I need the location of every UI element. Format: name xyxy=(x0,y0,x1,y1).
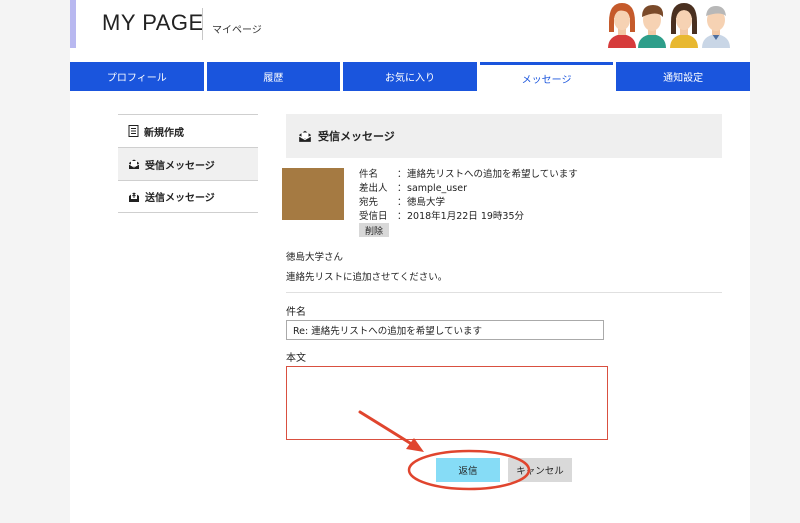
reply-body-textarea[interactable] xyxy=(286,366,608,440)
title-divider xyxy=(202,8,203,40)
reply-subject-input[interactable] xyxy=(286,320,604,340)
sidebar-item-label: 送信メッセージ xyxy=(145,193,215,204)
tab-favorites[interactable]: お気に入り xyxy=(343,62,477,91)
meta-key: 受信日 xyxy=(359,211,388,222)
sender-avatar xyxy=(282,168,344,220)
meta-row-received: 受信日： 2018年1月22日 19時35分 xyxy=(359,211,525,222)
message-subject: 連絡先リストへの追加を希望しています xyxy=(407,169,578,180)
delete-button[interactable]: 削除 xyxy=(359,223,389,237)
reply-body-label: 本文 xyxy=(286,353,306,364)
tab-notification-settings[interactable]: 通知設定 xyxy=(616,62,750,91)
meta-key: 宛先 xyxy=(359,197,379,208)
send-reply-button[interactable]: 返信 xyxy=(436,458,500,482)
meta-row-to: 宛先：徳島大学 xyxy=(359,197,446,208)
inbox-icon xyxy=(298,130,312,142)
user-avatars-illustration xyxy=(608,3,730,48)
sidebar-item-compose[interactable]: 新規作成 xyxy=(118,114,258,147)
message-meta: 件名：連絡先リストへの追加を希望しています 差出人： sample_user 宛先… xyxy=(359,168,578,224)
tab-history[interactable]: 履歴 xyxy=(206,62,341,91)
outbox-icon xyxy=(129,192,139,202)
message-received-date: 2018年1月22日 19時35分 xyxy=(407,211,525,222)
cancel-button[interactable]: キャンセル xyxy=(508,458,572,482)
page-title: MY PAGE xyxy=(102,10,204,35)
section-header: 受信メッセージ xyxy=(286,114,722,158)
message-sidebar: 新規作成 受信メッセージ 送信メッセージ xyxy=(118,114,258,213)
meta-key: 件名 xyxy=(359,169,379,180)
reply-subject-label: 件名 xyxy=(286,307,306,318)
message-sender: sample_user xyxy=(407,183,468,194)
sidebar-item-label: 受信メッセージ xyxy=(145,160,215,172)
site-header: MY PAGE マイページ xyxy=(70,0,750,48)
message-recipient: 徳島大学 xyxy=(407,197,446,208)
page-subtitle: マイページ xyxy=(212,25,262,36)
message-body: 連絡先リストに追加させてください。 xyxy=(286,272,448,283)
sidebar-item-label: 新規作成 xyxy=(144,127,184,139)
meta-row-sender: 差出人： sample_user xyxy=(359,183,468,194)
sidebar-item-inbox[interactable]: 受信メッセージ xyxy=(118,147,258,180)
tab-profile[interactable]: プロフィール xyxy=(70,62,204,91)
inbox-icon xyxy=(128,159,140,169)
divider xyxy=(286,292,722,293)
main-nav: プロフィール 履歴 お気に入り メッセージ 通知設定 xyxy=(70,62,750,91)
sidebar-item-sent[interactable]: 送信メッセージ xyxy=(118,180,258,213)
message-greeting: 徳島大学さん xyxy=(286,252,344,263)
meta-key: 差出人 xyxy=(359,183,388,194)
section-title: 受信メッセージ xyxy=(318,130,395,143)
document-icon xyxy=(128,125,139,137)
tab-messages[interactable]: メッセージ xyxy=(479,62,614,91)
meta-row-subject: 件名：連絡先リストへの追加を希望しています xyxy=(359,169,578,180)
